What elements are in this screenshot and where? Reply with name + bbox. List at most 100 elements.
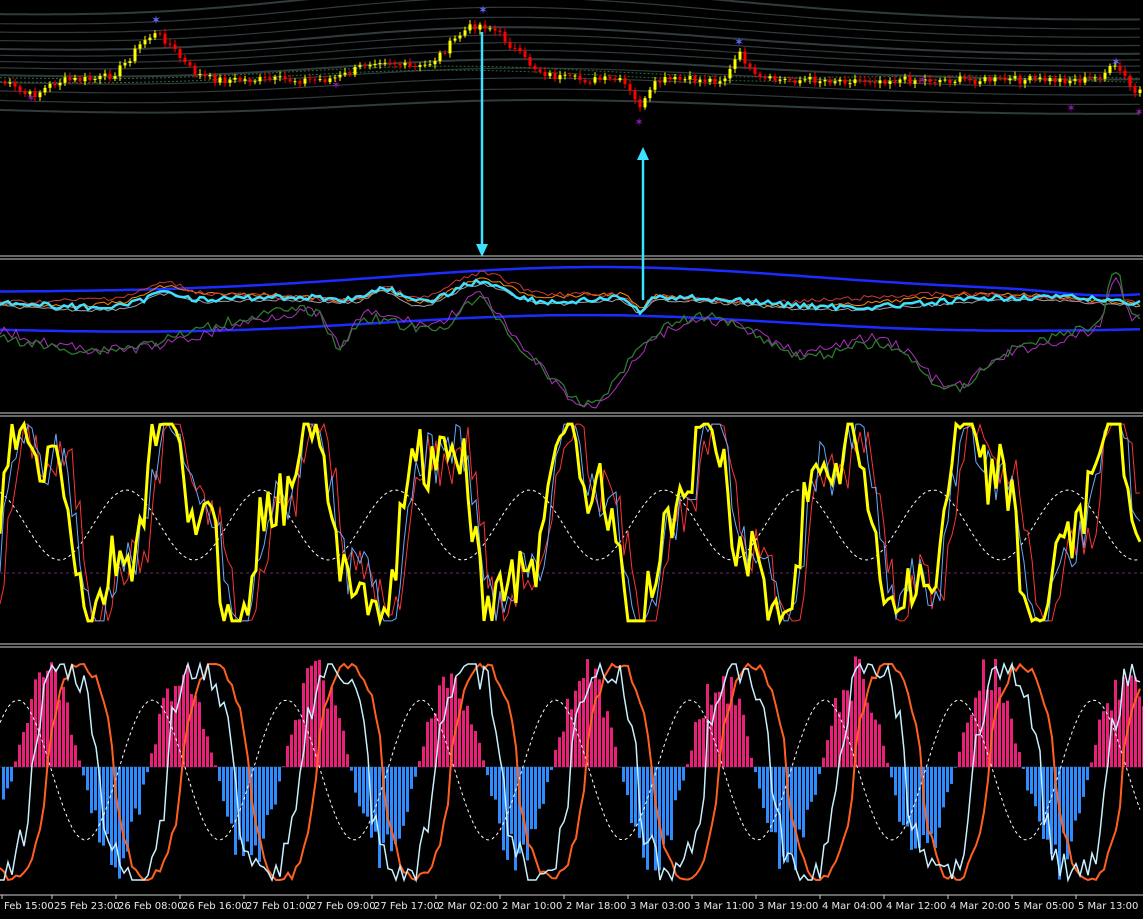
hist-bar — [742, 714, 745, 767]
hist-bar — [162, 697, 165, 767]
candle-body — [603, 76, 607, 80]
candle-body — [243, 79, 247, 81]
candle-body — [73, 77, 77, 81]
candle-body — [358, 65, 362, 68]
candle-body — [423, 64, 427, 66]
candle-body — [928, 79, 932, 83]
hist-bar — [862, 678, 865, 767]
hist-bar — [494, 767, 497, 800]
candle-body — [653, 81, 657, 90]
candle-body — [473, 24, 477, 30]
hist-bar — [338, 718, 341, 767]
hist-bar — [350, 767, 353, 771]
candle-body — [693, 76, 697, 83]
candle-body — [108, 73, 112, 79]
hist-bar — [290, 734, 293, 767]
hist-bar — [202, 728, 205, 767]
hist-bar — [334, 705, 337, 767]
candle-body — [988, 77, 992, 82]
candle-body — [378, 63, 382, 65]
hist-bar — [1026, 767, 1029, 791]
hist-bar — [422, 746, 425, 767]
hist-bar — [266, 767, 269, 815]
hist-bar — [478, 742, 481, 767]
candle-body — [83, 77, 87, 82]
hist-bar — [686, 764, 689, 767]
hist-bar — [378, 767, 381, 868]
hist-bar — [734, 705, 737, 767]
candle-body — [1003, 77, 1007, 81]
candle-body — [933, 82, 937, 84]
x-tick-label: 26 Feb 16:00 — [182, 901, 248, 912]
hist-bar — [386, 767, 389, 835]
candle-body — [598, 77, 602, 80]
hist-bar — [798, 767, 801, 830]
candle-body — [1013, 76, 1017, 79]
hist-bar — [762, 767, 765, 808]
candle-body — [958, 76, 962, 82]
candle-body — [663, 77, 667, 83]
hist-bar — [750, 757, 753, 767]
candle-body — [808, 76, 812, 80]
hist-bar — [1030, 767, 1033, 794]
candle-body — [443, 52, 447, 54]
hist-bar — [150, 753, 153, 767]
hist-bar — [394, 767, 397, 845]
candle-body — [678, 76, 682, 80]
candle-body — [268, 77, 272, 80]
x-tick-label: 3 Mar 19:00 — [758, 901, 818, 912]
candle-body — [963, 76, 967, 79]
hist-bar — [874, 719, 877, 767]
candle-body — [773, 76, 777, 81]
candle-body — [508, 41, 512, 48]
hist-bar — [498, 767, 501, 824]
hist-bar — [206, 736, 209, 767]
candle-body — [383, 62, 387, 64]
candle-body — [203, 74, 207, 77]
candle-body — [1093, 77, 1097, 79]
hist-bar — [186, 664, 189, 767]
hist-bar — [58, 699, 61, 767]
hist-bar — [482, 760, 485, 767]
hist-bar — [78, 760, 81, 767]
candle-body — [533, 65, 537, 70]
candle-body — [838, 79, 842, 82]
candle-body — [718, 81, 722, 84]
hist-bar — [398, 767, 401, 839]
hist-bar — [254, 767, 257, 846]
candle-body — [483, 24, 487, 29]
hist-bar — [858, 659, 861, 767]
candle-body — [413, 66, 417, 68]
fractal-arrow: ✶ — [918, 73, 928, 87]
candle-body — [1043, 77, 1047, 82]
candle-body — [253, 81, 257, 83]
hist-bar — [274, 767, 277, 805]
candle-body — [868, 81, 872, 83]
candle-body — [453, 38, 457, 41]
fractal-arrow: ✶ — [634, 115, 644, 129]
x-tick-label: Feb 15:00 — [4, 901, 54, 912]
hist-bar — [1034, 767, 1037, 807]
hist-bar — [406, 767, 409, 812]
hist-bar — [326, 708, 329, 767]
hist-bar — [730, 676, 733, 767]
hist-bar — [942, 767, 945, 808]
hist-bar — [466, 705, 469, 767]
hist-bar — [670, 767, 673, 841]
candle-body — [628, 84, 632, 91]
candle-body — [668, 77, 672, 80]
hist-bar — [358, 767, 361, 807]
hist-bar — [1134, 677, 1137, 767]
candle-body — [768, 76, 772, 79]
hist-bar — [1014, 743, 1017, 767]
candle-body — [13, 82, 17, 87]
candle-body — [1053, 77, 1057, 82]
candle-body — [403, 62, 407, 66]
candle-body — [748, 63, 752, 68]
x-tick-label: 3 Mar 11:00 — [694, 901, 754, 912]
candle-body — [468, 24, 472, 31]
candle-body — [48, 83, 52, 88]
x-tick-label: 4 Mar 12:00 — [886, 901, 946, 912]
candle-body — [503, 31, 507, 42]
candle-body — [133, 48, 137, 62]
